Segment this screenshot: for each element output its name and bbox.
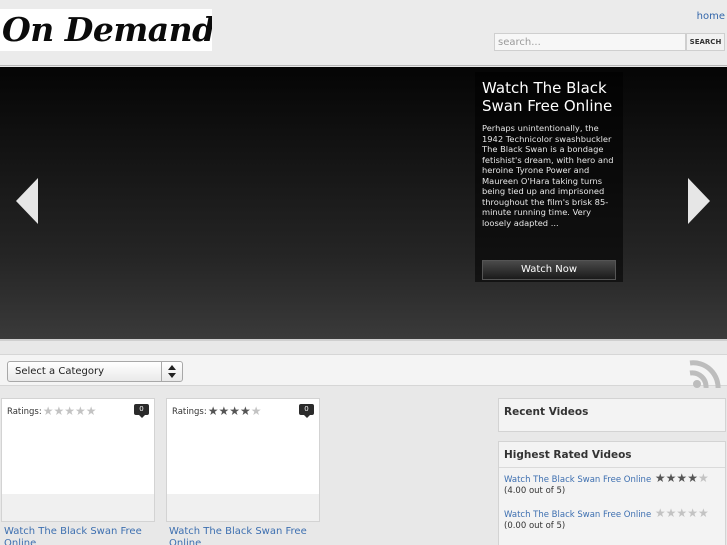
select-arrows-icon[interactable] — [161, 362, 182, 381]
recent-videos-widget: Recent Videos — [498, 398, 726, 432]
star-empty-icon: ★ — [654, 506, 666, 520]
rated-video-link[interactable]: Watch The Black Swan Free Online — [504, 510, 651, 520]
site-logo[interactable]: On Demand — [0, 9, 212, 51]
rating-stars[interactable]: ★ ★ ★ ★ ★ — [43, 405, 97, 417]
search-input[interactable]: search... — [494, 33, 686, 51]
highest-rated-widget: Highest Rated Videos Watch The Black Swa… — [498, 441, 726, 545]
featured-title[interactable]: Watch The Black Swan Free Online — [482, 79, 622, 115]
thumbnail-footer — [167, 494, 319, 521]
star-empty-icon[interactable]: ★ — [251, 405, 262, 417]
rss-feed-icon[interactable] — [688, 358, 726, 388]
star-filled-icon[interactable]: ★ — [218, 405, 229, 417]
star-filled-icon: ★ — [665, 471, 677, 485]
star-empty-icon[interactable]: ★ — [53, 405, 64, 417]
rating-stars[interactable]: ★ ★ ★ ★ ★ — [208, 405, 262, 417]
star-filled-icon: ★ — [676, 471, 688, 485]
video-thumbnail[interactable]: Ratings: ★ ★ ★ ★ ★ 0 — [1, 398, 155, 522]
star-empty-icon: ★ — [697, 471, 709, 485]
rating-score: (0.00 out of 5) — [504, 521, 566, 531]
rated-video-item: Watch The Black Swan Free Online ★ ★ ★ ★ ★ (… — [504, 471, 709, 497]
comment-count-badge[interactable]: 0 — [299, 404, 314, 418]
video-card: Ratings: ★ ★ ★ ★ ★ 0 Watch The Black Swan Fr… — [166, 398, 320, 545]
star-empty-icon: ★ — [676, 506, 688, 520]
video-card: Ratings: ★ ★ ★ ★ ★ 0 Watch The Black Swan Fr… — [1, 398, 155, 545]
star-filled-icon[interactable]: ★ — [229, 405, 240, 417]
star-empty-icon[interactable]: ★ — [43, 405, 54, 417]
star-filled-icon[interactable]: ★ — [240, 405, 251, 417]
thumbnail-footer — [2, 494, 154, 521]
rated-video-item: Watch The Black Swan Free Online ★ ★ ★ ★ ★ (… — [504, 506, 709, 532]
widget-divider — [499, 467, 725, 468]
star-empty-icon: ★ — [665, 506, 677, 520]
highest-rated-heading: Highest Rated Videos — [504, 449, 632, 461]
previous-arrow-icon[interactable] — [16, 178, 38, 224]
star-filled-icon: ★ — [687, 471, 698, 485]
ratings-label: Ratings: — [172, 406, 207, 417]
ratings-label: Ratings: — [7, 406, 42, 417]
video-title-link[interactable]: Watch The Black Swan Free Online — [4, 526, 154, 545]
video-thumbnail[interactable]: Ratings: ★ ★ ★ ★ ★ 0 — [166, 398, 320, 522]
star-filled-icon: ★ — [654, 471, 666, 485]
category-bar: Select a Category — [0, 354, 727, 388]
featured-description: Perhaps unintentionally, the 1942 Techni… — [482, 123, 614, 228]
star-empty-icon[interactable]: ★ — [75, 405, 86, 417]
watch-now-button[interactable]: Watch Now — [482, 260, 616, 280]
star-filled-icon[interactable]: ★ — [208, 405, 219, 417]
star-empty-icon: ★ — [697, 506, 709, 520]
home-link[interactable]: home — [697, 11, 725, 22]
card-ratings: Ratings: ★ ★ ★ ★ ★ — [172, 405, 262, 417]
rated-video-link[interactable]: Watch The Black Swan Free Online — [504, 475, 651, 485]
rating-score: (4.00 out of 5) — [504, 486, 566, 496]
page: On Demand home search... SEARCH Watch Th… — [0, 0, 727, 545]
category-select[interactable]: Select a Category — [7, 361, 183, 382]
featured-panel: Watch The Black Swan Free Online Perhaps… — [475, 72, 623, 282]
star-empty-icon: ★ — [687, 506, 698, 520]
video-title-link[interactable]: Watch The Black Swan Free Online — [169, 526, 319, 545]
rating-stars: ★ ★ ★ ★ ★ — [654, 471, 709, 485]
search-button[interactable]: SEARCH — [686, 33, 725, 51]
next-arrow-icon[interactable] — [688, 178, 710, 224]
rating-stars: ★ ★ ★ ★ ★ — [654, 506, 709, 520]
card-ratings: Ratings: ★ ★ ★ ★ ★ — [7, 405, 97, 417]
category-selected-value: Select a Category — [15, 366, 105, 377]
star-empty-icon[interactable]: ★ — [64, 405, 75, 417]
featured-slider: Watch The Black Swan Free Online Perhaps… — [0, 67, 727, 341]
recent-videos-heading: Recent Videos — [504, 406, 589, 418]
star-empty-icon[interactable]: ★ — [86, 405, 97, 417]
site-header: On Demand home search... SEARCH — [0, 0, 727, 66]
comment-count-badge[interactable]: 0 — [134, 404, 149, 418]
